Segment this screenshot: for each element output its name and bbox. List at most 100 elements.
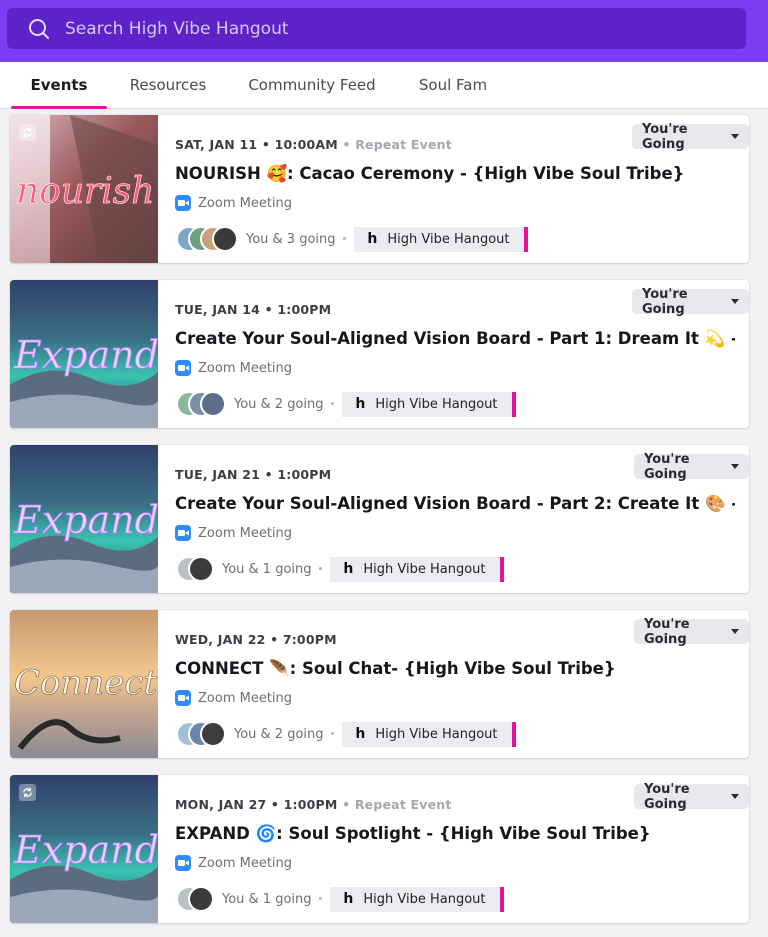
- group-chip[interactable]: h High Vibe Hangout: [342, 391, 516, 417]
- svg-text:Connect: Connect: [14, 663, 157, 703]
- platform-label: Zoom Meeting: [198, 360, 293, 376]
- event-date: TUE, JAN 14 • 1:00PM: [175, 302, 331, 317]
- event-date: TUE, JAN 21 • 1:00PM: [175, 467, 331, 482]
- tab-community-feed[interactable]: Community Feed: [240, 62, 384, 108]
- event-platform: Zoom Meeting: [175, 360, 292, 376]
- zoom-icon: [175, 195, 191, 211]
- event-card[interactable]: Expand TUE, JAN 14 • 1:00PM Create Your …: [10, 280, 749, 428]
- repeat-icon: [19, 124, 36, 141]
- zoom-icon: [175, 360, 191, 376]
- repeat-event-label: • Repeat Event: [342, 137, 452, 152]
- attendee-row: You & 1 going • h High Vibe Hangout: [176, 556, 504, 582]
- platform-label: Zoom Meeting: [198, 855, 293, 871]
- rsvp-label: You're Going: [642, 286, 688, 317]
- group-name: High Vibe Hangout: [375, 396, 498, 412]
- tab-bar: Events Resources Community Feed Soul Fam: [0, 62, 768, 109]
- top-bar: Search High Vibe Hangout: [0, 0, 768, 62]
- group-chip[interactable]: h High Vibe Hangout: [354, 226, 528, 252]
- active-tab-indicator: [11, 106, 107, 109]
- search-icon: [27, 17, 51, 41]
- svg-text:nourish: nourish: [16, 171, 154, 212]
- event-thumbnail[interactable]: Expand: [10, 775, 158, 923]
- rsvp-dropdown[interactable]: You're Going: [634, 451, 749, 482]
- event-card[interactable]: Expand TUE, JAN 21 • 1:00PM Create Your …: [10, 445, 749, 593]
- event-date-text: TUE, JAN 14 • 1:00PM: [175, 302, 332, 317]
- group-logo-icon: h: [355, 396, 366, 412]
- event-thumbnail[interactable]: Expand: [10, 445, 158, 593]
- separator-dot: •: [330, 728, 335, 740]
- rsvp-label: You're Going: [644, 781, 690, 812]
- chevron-down-icon: [731, 794, 739, 799]
- event-thumbnail[interactable]: Connect: [10, 610, 158, 758]
- event-platform: Zoom Meeting: [175, 195, 292, 211]
- separator-dot: •: [342, 233, 347, 245]
- event-date: SAT, JAN 11 • 10:00AM • Repeat Event: [175, 137, 452, 152]
- event-card[interactable]: Expand MON, JAN 27 • 1:00PM • Repeat Eve…: [10, 775, 749, 923]
- platform-label: Zoom Meeting: [198, 525, 293, 541]
- group-logo-icon: h: [343, 561, 354, 577]
- chevron-down-icon: [731, 464, 739, 469]
- event-title[interactable]: NOURISH 🥰: Cacao Ceremony - {High Vibe S…: [175, 164, 735, 184]
- group-chip[interactable]: h High Vibe Hangout: [330, 556, 504, 582]
- group-logo-icon: h: [343, 891, 354, 907]
- rsvp-dropdown[interactable]: You're Going: [632, 121, 749, 152]
- event-card[interactable]: Connect WED, JAN 22 • 7:00PM CONNECT 🪶: …: [10, 610, 749, 758]
- tab-resources[interactable]: Resources: [120, 62, 216, 108]
- attendee-avatar: [200, 391, 226, 417]
- event-date: WED, JAN 22 • 7:00PM: [175, 632, 337, 647]
- group-name: High Vibe Hangout: [375, 726, 498, 742]
- group-logo-icon: h: [355, 726, 366, 742]
- event-date-text: MON, JAN 27 • 1:00PM: [175, 797, 338, 812]
- attendee-avatar: [188, 556, 214, 582]
- attendee-row: You & 1 going • h High Vibe Hangout: [176, 886, 504, 912]
- group-name: High Vibe Hangout: [363, 561, 486, 577]
- rsvp-label: You're Going: [642, 121, 688, 152]
- group-chip[interactable]: h High Vibe Hangout: [342, 721, 516, 747]
- search-input[interactable]: Search High Vibe Hangout: [7, 8, 746, 49]
- event-platform: Zoom Meeting: [175, 690, 292, 706]
- attendee-avatar: [200, 721, 226, 747]
- attendee-row: You & 2 going • h High Vibe Hangout: [176, 391, 516, 417]
- event-date-text: SAT, JAN 11 • 10:00AM: [175, 137, 338, 152]
- attendee-avatar: [188, 886, 214, 912]
- repeat-icon: [19, 784, 36, 801]
- search-placeholder: Search High Vibe Hangout: [65, 18, 289, 39]
- event-card[interactable]: nourish SAT, JAN 11 • 10:00AM • Repeat E…: [10, 115, 749, 263]
- group-name: High Vibe Hangout: [363, 891, 486, 907]
- going-count[interactable]: You & 1 going: [222, 562, 312, 577]
- group-name: High Vibe Hangout: [387, 231, 510, 247]
- event-platform: Zoom Meeting: [175, 855, 292, 871]
- rsvp-dropdown[interactable]: You're Going: [632, 286, 749, 317]
- rsvp-label: You're Going: [644, 616, 690, 647]
- separator-dot: •: [318, 563, 323, 575]
- chevron-down-icon: [731, 299, 739, 304]
- event-thumbnail[interactable]: nourish: [10, 115, 158, 263]
- event-platform: Zoom Meeting: [175, 525, 292, 541]
- tab-soul-fam[interactable]: Soul Fam: [405, 62, 501, 108]
- event-date-text: WED, JAN 22 • 7:00PM: [175, 632, 337, 647]
- zoom-icon: [175, 525, 191, 541]
- going-count[interactable]: You & 2 going: [234, 727, 324, 742]
- separator-dot: •: [330, 398, 335, 410]
- svg-text:Expand: Expand: [13, 333, 158, 377]
- attendee-avatar: [212, 226, 238, 252]
- event-date: MON, JAN 27 • 1:00PM • Repeat Event: [175, 797, 452, 812]
- rsvp-dropdown[interactable]: You're Going: [634, 616, 749, 647]
- platform-label: Zoom Meeting: [198, 195, 293, 211]
- event-title[interactable]: Create Your Soul-Aligned Vision Board - …: [175, 494, 735, 514]
- separator-dot: •: [318, 893, 323, 905]
- going-count[interactable]: You & 2 going: [234, 397, 324, 412]
- event-thumbnail[interactable]: Expand: [10, 280, 158, 428]
- rsvp-dropdown[interactable]: You're Going: [634, 781, 749, 812]
- attendee-row: You & 2 going • h High Vibe Hangout: [176, 721, 516, 747]
- group-chip[interactable]: h High Vibe Hangout: [330, 886, 504, 912]
- rsvp-label: You're Going: [644, 451, 690, 482]
- tab-events[interactable]: Events: [11, 62, 107, 108]
- event-date-text: TUE, JAN 21 • 1:00PM: [175, 467, 332, 482]
- event-title[interactable]: Create Your Soul-Aligned Vision Board - …: [175, 329, 735, 349]
- event-title[interactable]: EXPAND 🌀: Soul Spotlight - {High Vibe So…: [175, 824, 735, 844]
- event-title[interactable]: CONNECT 🪶: Soul Chat- {High Vibe Soul Tr…: [175, 659, 735, 679]
- going-count[interactable]: You & 3 going: [246, 232, 336, 247]
- zoom-icon: [175, 855, 191, 871]
- going-count[interactable]: You & 1 going: [222, 892, 312, 907]
